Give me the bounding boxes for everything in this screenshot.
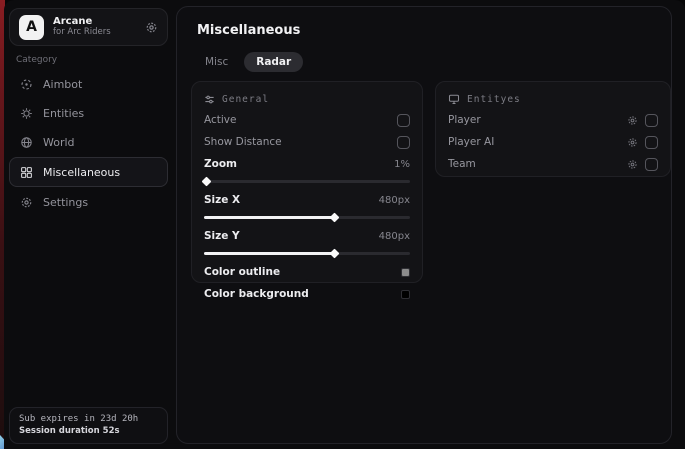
size-x-value: 480px <box>379 195 410 206</box>
show-distance-checkbox[interactable] <box>397 136 410 149</box>
sidebar: A Arcane for Arc Riders Category Aimbot <box>4 0 176 449</box>
size-x-slider[interactable] <box>204 212 410 222</box>
team-label: Team <box>448 158 476 170</box>
color-outline-label: Color outline <box>204 266 280 278</box>
slider-fill <box>204 252 334 255</box>
general-card-header: General <box>204 91 410 107</box>
app-window: A Arcane for Arc Riders Category Aimbot <box>4 0 685 449</box>
player-ai-gear-icon[interactable] <box>627 137 638 148</box>
category-label: Category <box>16 55 57 65</box>
slider-thumb[interactable] <box>329 213 339 223</box>
entities-card-title: Entityes <box>467 94 521 105</box>
show-distance-label: Show Distance <box>204 136 282 148</box>
color-background-swatch[interactable] <box>401 290 410 299</box>
player-row: Player <box>448 109 658 131</box>
active-row: Active <box>204 109 410 131</box>
zoom-value: 1% <box>394 159 410 170</box>
size-y-label: Size Y <box>204 230 240 242</box>
brand-text: Arcane for Arc Riders <box>53 16 136 37</box>
sidebar-nav: Aimbot Entities World <box>9 70 168 216</box>
gear-icon <box>20 196 33 209</box>
grid-icon <box>20 166 33 179</box>
sidebar-item-label: Entities <box>43 107 84 120</box>
sub-expires-text: Sub expires in 23d 20h <box>19 414 158 424</box>
tab-radar[interactable]: Radar <box>244 52 303 72</box>
player-checkbox[interactable] <box>645 114 658 127</box>
color-background-label: Color background <box>204 288 309 300</box>
player-ai-row: Player AI <box>448 131 658 153</box>
general-card: General Active Show Distance Zoom 1% Siz… <box>191 81 423 283</box>
sidebar-item-world[interactable]: World <box>9 128 168 156</box>
page-title: Miscellaneous <box>197 23 300 38</box>
color-outline-row: Color outline <box>204 261 410 283</box>
sidebar-item-settings[interactable]: Settings <box>9 188 168 216</box>
zoom-row: Zoom 1% <box>204 153 410 175</box>
team-row: Team <box>448 153 658 175</box>
show-distance-row: Show Distance <box>204 131 410 153</box>
team-checkbox[interactable] <box>645 158 658 171</box>
size-x-row: Size X 480px <box>204 189 410 211</box>
monitor-icon <box>448 93 460 105</box>
general-card-title: General <box>222 94 269 105</box>
team-gear-icon[interactable] <box>627 159 638 170</box>
sidebar-item-label: Aimbot <box>43 78 82 91</box>
sidebar-item-label: Settings <box>43 196 88 209</box>
sliders-icon <box>204 94 215 105</box>
slider-thumb[interactable] <box>329 249 339 259</box>
player-gear-icon[interactable] <box>627 115 638 126</box>
crosshair-icon <box>20 78 33 91</box>
zoom-slider[interactable] <box>204 176 410 186</box>
tab-misc[interactable]: Misc <box>193 52 240 72</box>
color-outline-swatch[interactable] <box>401 268 410 277</box>
session-duration-text: Session duration 52s <box>19 426 158 436</box>
color-background-row: Color background <box>204 283 410 305</box>
brand-card: A Arcane for Arc Riders <box>9 8 168 46</box>
brand-avatar: A <box>19 15 44 40</box>
size-y-row: Size Y 480px <box>204 225 410 247</box>
radar-burst-icon <box>20 107 33 120</box>
zoom-label: Zoom <box>204 158 237 170</box>
tab-bar: Misc Radar <box>193 52 303 72</box>
slider-track <box>204 180 410 183</box>
size-x-label: Size X <box>204 194 240 206</box>
brand-gear-icon[interactable] <box>145 21 158 34</box>
entities-card: Entityes Player Player AI <box>435 81 671 177</box>
size-y-value: 480px <box>379 231 410 242</box>
slider-fill <box>204 216 334 219</box>
main-panel: Miscellaneous Misc Radar General Active … <box>176 6 672 444</box>
player-ai-label: Player AI <box>448 136 494 148</box>
sidebar-item-entities[interactable]: Entities <box>9 99 168 127</box>
player-ai-checkbox[interactable] <box>645 136 658 149</box>
globe-icon <box>20 136 33 149</box>
sidebar-item-miscellaneous[interactable]: Miscellaneous <box>9 157 168 187</box>
subscription-card: Sub expires in 23d 20h Session duration … <box>9 407 168 444</box>
brand-subtitle: for Arc Riders <box>53 28 136 38</box>
sidebar-item-aimbot[interactable]: Aimbot <box>9 70 168 98</box>
sidebar-item-label: World <box>43 136 75 149</box>
size-y-slider[interactable] <box>204 248 410 258</box>
player-label: Player <box>448 114 481 126</box>
entities-card-header: Entityes <box>448 91 658 107</box>
active-checkbox[interactable] <box>397 114 410 127</box>
active-label: Active <box>204 114 236 126</box>
slider-thumb[interactable] <box>202 177 212 187</box>
sidebar-item-label: Miscellaneous <box>43 166 120 179</box>
